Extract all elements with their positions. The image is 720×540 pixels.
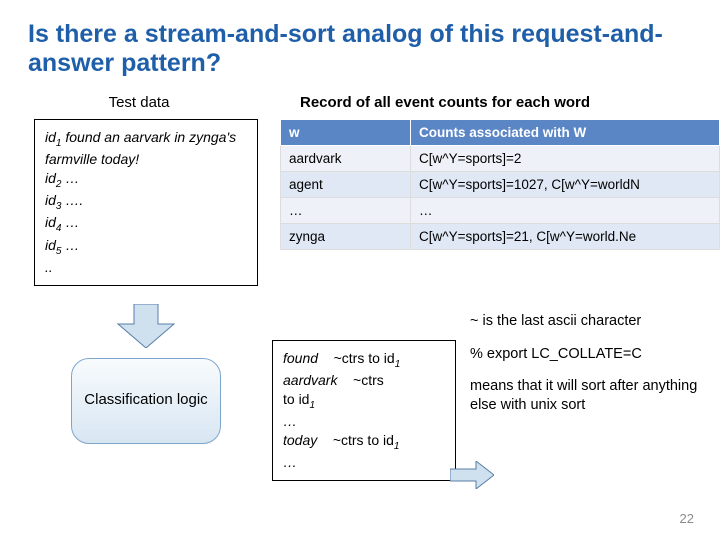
td-id: id (45, 237, 56, 253)
out-msg: ~ctrs to id (334, 350, 395, 366)
out-sub: 1 (395, 359, 401, 370)
td-rest: … (61, 170, 79, 186)
table-row: zyngaC[w^Y=sports]=21, C[w^Y=world.Ne (281, 223, 720, 249)
td-rest: … (61, 237, 79, 253)
td-id: id (45, 170, 56, 186)
cell-c: C[w^Y=sports]=2 (411, 145, 720, 171)
out-msg: to id (283, 391, 309, 407)
out-w: today (283, 432, 317, 448)
out-sub: 1 (309, 400, 315, 411)
slide-number: 22 (680, 511, 694, 526)
counts-table-wrap: w Counts associated with W aardvarkC[w^Y… (280, 119, 720, 250)
td-rest: … (61, 214, 79, 230)
explain-line-1: ~ is the last ascii character (470, 312, 700, 331)
label-record-counts: Record of all event counts for each word (300, 94, 590, 111)
out-ell: … (283, 454, 297, 470)
td-rest: found an aarvark in zynga's farmville to… (45, 129, 236, 167)
classification-logic-box: Classification logic (71, 358, 221, 444)
cell-w: zynga (281, 223, 411, 249)
explain-line-3: means that it will sort after anything e… (470, 377, 700, 415)
cell-w: aardvark (281, 145, 411, 171)
table-row: agentC[w^Y=sports]=1027, C[w^Y=worldN (281, 171, 720, 197)
cell-w: … (281, 197, 411, 223)
output-box: found ~ctrs to id1 aardvark ~ctrs to id1… (272, 340, 456, 482)
cell-w: agent (281, 171, 411, 197)
cell-c: C[w^Y=sports]=21, C[w^Y=world.Ne (411, 223, 720, 249)
down-arrow-icon (114, 304, 178, 348)
out-w: found (283, 350, 318, 366)
out-sub: 1 (394, 441, 400, 452)
out-msg: ~ctrs to id (333, 432, 394, 448)
td-id: id (45, 129, 56, 145)
cell-c: … (411, 197, 720, 223)
class-box-label: Classification logic (84, 391, 207, 410)
td-id: id (45, 192, 56, 208)
test-data-box: id1 found an aarvark in zynga's farmvill… (34, 119, 258, 286)
cell-c: C[w^Y=sports]=1027, C[w^Y=worldN (411, 171, 720, 197)
counts-table: w Counts associated with W aardvarkC[w^Y… (280, 119, 720, 250)
slide-title: Is there a stream-and-sort analog of thi… (0, 0, 720, 88)
table-row: …… (281, 197, 720, 223)
out-w: aardvark (283, 372, 337, 388)
explanation-column: ~ is the last ascii character % export L… (470, 304, 700, 429)
right-arrow-icon (450, 461, 494, 494)
explain-line-2: % export LC_COLLATE=C (470, 345, 700, 364)
td-id: id (45, 214, 56, 230)
out-msg: ~ctrs (353, 372, 384, 388)
label-test-data: Test data (34, 94, 244, 111)
th-w: w (281, 119, 411, 145)
td-tail: .. (45, 259, 53, 275)
table-row: aardvarkC[w^Y=sports]=2 (281, 145, 720, 171)
td-rest: …. (61, 192, 83, 208)
out-ell: … (283, 413, 297, 429)
th-counts: Counts associated with W (411, 119, 720, 145)
